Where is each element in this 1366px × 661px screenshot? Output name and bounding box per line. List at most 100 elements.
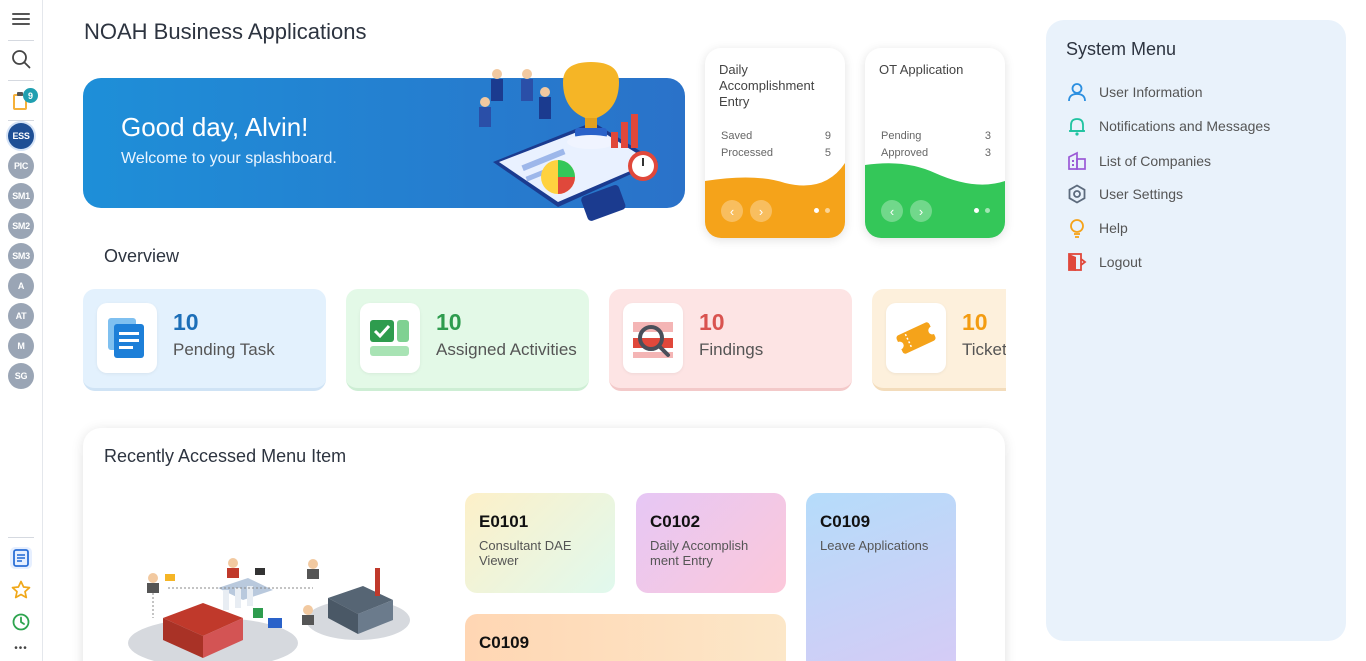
checklist-icon bbox=[360, 303, 420, 373]
prev-button[interactable]: ‹ bbox=[881, 200, 903, 222]
assigned-activities-label: Assigned Activities bbox=[436, 340, 577, 359]
history-icon[interactable] bbox=[10, 611, 32, 633]
user-icon bbox=[1066, 81, 1088, 103]
module-sm2[interactable]: SM2 bbox=[8, 213, 34, 239]
stat-value: 3 bbox=[984, 130, 991, 142]
document-list-icon[interactable] bbox=[10, 547, 32, 569]
menu-item-label: User Settings bbox=[1099, 186, 1184, 202]
buildings-icon bbox=[1066, 150, 1088, 172]
stat-value: 5 bbox=[824, 147, 831, 159]
notification-badge: 9 bbox=[23, 88, 38, 103]
module-sm3[interactable]: SM3 bbox=[8, 243, 34, 269]
stat-row: Processed 5 bbox=[721, 147, 831, 159]
tickets-count: 10 bbox=[962, 309, 988, 335]
recently-accessed-panel: Recently Accessed Menu Item E0101 Consul… bbox=[83, 428, 1005, 661]
recent-item[interactable]: E0101 Consultant DAE Viewer bbox=[465, 493, 615, 593]
menu-item-label: List of Companies bbox=[1099, 153, 1212, 169]
module-a[interactable]: A bbox=[8, 273, 34, 299]
greeting-text: Good day, Alvin! bbox=[121, 112, 309, 142]
findings-count: 10 bbox=[699, 309, 725, 335]
divider bbox=[8, 80, 34, 81]
menu-icon[interactable] bbox=[10, 10, 32, 28]
recent-item[interactable]: C0102 Daily Accomplish ment Entry bbox=[636, 493, 786, 593]
tickets-label: Tickets bbox=[962, 340, 1006, 359]
star-icon[interactable] bbox=[10, 579, 32, 601]
menu-item-notifications[interactable]: Notifications and Messages bbox=[1066, 114, 1326, 138]
stat-label: Processed bbox=[721, 147, 773, 159]
tickets-card[interactable]: 10 Tickets bbox=[872, 289, 1006, 391]
module-ess[interactable]: ESS bbox=[8, 123, 34, 149]
divider bbox=[8, 537, 34, 538]
next-button[interactable]: › bbox=[750, 200, 772, 222]
ticket-icon bbox=[886, 303, 946, 373]
welcome-banner: Good day, Alvin! Welcome to your splashb… bbox=[83, 62, 685, 221]
gear-icon bbox=[1066, 183, 1088, 205]
stat-value: 9 bbox=[824, 130, 831, 142]
recent-title: Recently Accessed Menu Item bbox=[104, 446, 347, 466]
item-code: C0102 bbox=[650, 512, 701, 531]
findings-label: Findings bbox=[699, 340, 764, 359]
pager-dots bbox=[814, 208, 830, 213]
pager-dots bbox=[974, 208, 990, 213]
stat-label: Approved bbox=[881, 147, 929, 159]
assigned-activities-count: 10 bbox=[436, 309, 462, 335]
welcome-subtitle: Welcome to your splashboard. bbox=[121, 150, 337, 167]
daily-accomplishment-card[interactable]: Daily Accomplishment Entry Saved 9 Proce… bbox=[705, 48, 845, 238]
findings-card[interactable]: 10 Findings bbox=[609, 289, 852, 391]
item-code: C0109 bbox=[479, 633, 530, 652]
menu-item-logout[interactable]: Logout bbox=[1066, 250, 1326, 274]
page-title: NOAH Business Applications bbox=[84, 19, 367, 44]
overview-heading: Overview bbox=[104, 246, 180, 266]
menu-item-label: Logout bbox=[1099, 254, 1142, 270]
overview-cards: 10 Pending Task 10 Assigned Activities 1… bbox=[83, 289, 1006, 395]
item-code: E0101 bbox=[479, 512, 529, 531]
document-stack-icon bbox=[97, 303, 157, 373]
card-title: OT Application bbox=[879, 62, 964, 77]
menu-item-label: Help bbox=[1099, 220, 1128, 236]
pending-task-label: Pending Task bbox=[173, 340, 275, 359]
pending-task-card[interactable]: 10 Pending Task bbox=[83, 289, 326, 391]
item-code: C0109 bbox=[820, 512, 871, 531]
stat-row: Saved 9 bbox=[721, 130, 831, 142]
module-m[interactable]: M bbox=[8, 333, 34, 359]
stat-row: Approved 3 bbox=[881, 147, 991, 159]
menu-item-help[interactable]: Help bbox=[1066, 216, 1326, 240]
city-illustration bbox=[128, 558, 410, 661]
stat-label: Saved bbox=[721, 130, 753, 142]
lightbulb-icon bbox=[1066, 217, 1088, 239]
more-icon[interactable]: ••• bbox=[10, 637, 32, 659]
item-name: Leave Applications bbox=[820, 538, 929, 553]
logout-icon bbox=[1066, 251, 1088, 273]
search-icon[interactable] bbox=[11, 49, 31, 69]
assigned-activities-card[interactable]: 10 Assigned Activities bbox=[346, 289, 589, 391]
menu-item-user-settings[interactable]: User Settings bbox=[1066, 182, 1326, 206]
recent-item[interactable]: C0109 bbox=[465, 614, 786, 661]
stat-label: Pending bbox=[881, 130, 922, 142]
module-at[interactable]: AT bbox=[8, 303, 34, 329]
card-title: Daily Accomplishment Entry bbox=[719, 62, 815, 109]
system-menu-title: System Menu bbox=[1066, 39, 1177, 59]
item-name: Daily Accomplish ment Entry bbox=[650, 538, 749, 568]
recent-item[interactable]: C0109 Leave Applications bbox=[806, 493, 956, 661]
module-pic[interactable]: PIC bbox=[8, 153, 34, 179]
trophy-illustration bbox=[479, 62, 658, 221]
pending-task-count: 10 bbox=[173, 309, 199, 335]
system-menu-panel: System Menu User Information Notificatio… bbox=[1046, 20, 1346, 641]
ot-application-card[interactable]: OT Application Pending 3 Approved 3 ‹ › bbox=[865, 48, 1005, 238]
menu-item-label: User Information bbox=[1099, 84, 1203, 100]
stat-row: Pending 3 bbox=[881, 130, 991, 142]
magnifier-icon bbox=[623, 303, 683, 373]
menu-item-user-information[interactable]: User Information bbox=[1066, 80, 1326, 104]
divider bbox=[8, 120, 34, 121]
divider bbox=[8, 40, 34, 41]
left-rail: 9 ESS PIC SM1 SM2 SM3 A AT M SG ••• bbox=[0, 0, 43, 661]
module-sm1[interactable]: SM1 bbox=[8, 183, 34, 209]
prev-button[interactable]: ‹ bbox=[721, 200, 743, 222]
menu-item-list-of-companies[interactable]: List of Companies bbox=[1066, 149, 1326, 173]
bell-icon bbox=[1066, 115, 1088, 137]
stat-value: 3 bbox=[984, 147, 991, 159]
next-button[interactable]: › bbox=[910, 200, 932, 222]
clipboard-icon[interactable]: 9 bbox=[11, 88, 38, 113]
module-sg[interactable]: SG bbox=[8, 363, 34, 389]
menu-item-label: Notifications and Messages bbox=[1099, 118, 1271, 134]
